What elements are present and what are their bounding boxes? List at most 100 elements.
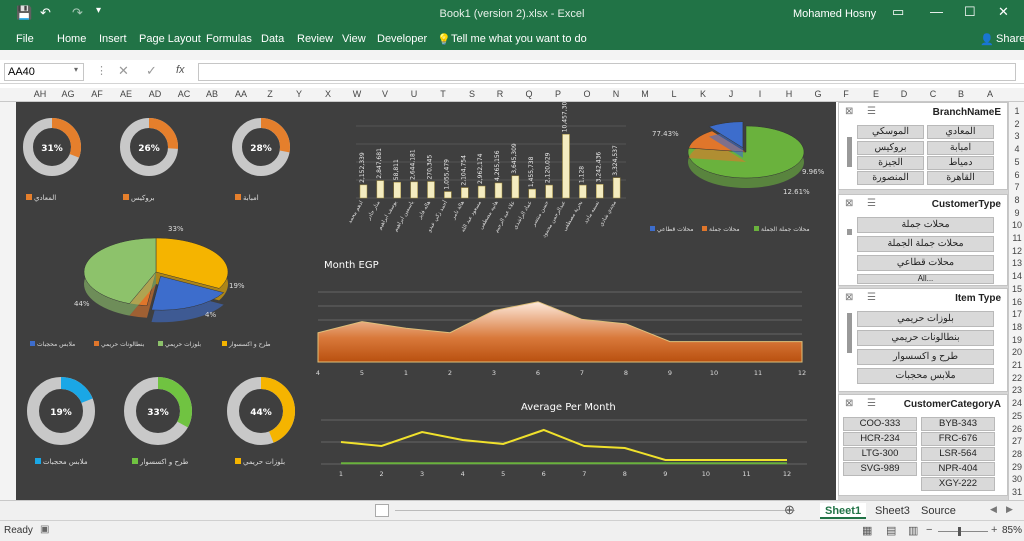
normal-view-icon[interactable]: ▦ [862, 524, 872, 537]
slicer-item[interactable]: الموسكي [857, 125, 924, 139]
page-break-view-icon[interactable]: ▥ [908, 524, 918, 537]
slicer-item[interactable]: المنصورة [857, 171, 924, 185]
row-header[interactable]: 3 [1009, 131, 1024, 141]
column-header[interactable]: S [459, 89, 485, 99]
column-header[interactable]: I [747, 89, 773, 99]
column-header[interactable]: AH [27, 89, 53, 99]
page-layout-view-icon[interactable]: ▤ [886, 524, 896, 537]
slicer-item[interactable]: XGY-222 [921, 477, 995, 491]
horizontal-scrollbar[interactable] [395, 510, 795, 511]
column-header[interactable]: AD [142, 89, 168, 99]
name-box[interactable]: AA40 [4, 63, 84, 81]
row-header[interactable]: 8 [1009, 195, 1024, 205]
multi-select-icon[interactable]: ☰ [867, 398, 876, 409]
column-header[interactable]: W [344, 89, 370, 99]
tab-insert[interactable]: Insert [99, 33, 127, 45]
slicer-item[interactable]: NPR-404 [921, 462, 995, 476]
share-button[interactable]: Share [996, 33, 1024, 45]
row-header[interactable]: 29 [1009, 462, 1024, 472]
slicer-scrollbar[interactable] [847, 229, 852, 235]
multi-select-icon[interactable]: ☰ [867, 198, 876, 209]
insert-function-icon[interactable]: fx [176, 64, 185, 76]
column-header[interactable]: Z [257, 89, 283, 99]
column-header[interactable]: N [603, 89, 629, 99]
column-header[interactable]: D [891, 89, 917, 99]
formula-input[interactable] [198, 63, 1016, 81]
row-header[interactable]: 14 [1009, 271, 1024, 281]
tab-review[interactable]: Review [297, 33, 333, 45]
column-header[interactable]: K [690, 89, 716, 99]
row-header[interactable]: 2 [1009, 119, 1024, 129]
zoom-out-icon[interactable]: − [926, 524, 932, 536]
row-header[interactable]: 21 [1009, 360, 1024, 370]
row-header[interactable]: 24 [1009, 398, 1024, 408]
row-header[interactable]: 5 [1009, 157, 1024, 167]
column-header[interactable]: L [661, 89, 687, 99]
slicer-item[interactable]: بلوزات حريمي [857, 311, 994, 327]
minimize-icon[interactable]: — [930, 4, 943, 19]
slicer-item[interactable]: HCR-234 [843, 432, 917, 446]
ribbon-options-icon[interactable]: ▭ [892, 4, 904, 20]
horizontal-scroll-thumb[interactable] [375, 504, 389, 517]
slicer-item[interactable]: القاهرة [927, 171, 994, 185]
zoom-slider-thumb[interactable] [958, 527, 961, 536]
name-box-dropdown-icon[interactable]: ▾ [74, 65, 78, 74]
column-header[interactable]: AB [199, 89, 225, 99]
row-header[interactable]: 26 [1009, 424, 1024, 434]
column-header[interactable]: AE [113, 89, 139, 99]
column-header[interactable]: B [948, 89, 974, 99]
tell-me-box[interactable]: Tell me what you want to do [451, 33, 587, 45]
column-header[interactable]: A [977, 89, 1003, 99]
column-header[interactable]: Y [286, 89, 312, 99]
tab-sheet1[interactable]: Sheet1 [820, 503, 867, 519]
column-header[interactable]: T [430, 89, 456, 99]
row-header[interactable]: 13 [1009, 258, 1024, 268]
slicer-item[interactable]: الجيزة [857, 156, 924, 170]
slicer-item[interactable]: محلات جملة [857, 217, 994, 233]
slicer-item[interactable]: LTG-300 [843, 447, 917, 461]
slicer-scrollbar[interactable] [847, 137, 852, 167]
row-header[interactable]: 25 [1009, 411, 1024, 421]
row-header[interactable]: 23 [1009, 385, 1024, 395]
column-header[interactable]: F [833, 89, 859, 99]
macro-record-icon[interactable]: ▣ [40, 524, 49, 535]
row-header[interactable]: 6 [1009, 170, 1024, 180]
slicer-item[interactable]: طرح و اكسسوار [857, 349, 994, 365]
column-header[interactable]: V [372, 89, 398, 99]
tab-scroll-right-icon[interactable]: ▶ [1006, 504, 1013, 515]
zoom-slider[interactable] [938, 531, 988, 532]
column-header[interactable]: P [545, 89, 571, 99]
tab-formulas[interactable]: Formulas [206, 33, 252, 45]
row-header[interactable]: 10 [1009, 220, 1024, 230]
tab-sheet3[interactable]: Sheet3 [870, 503, 915, 519]
slicer-item[interactable]: COO-333 [843, 417, 917, 431]
slicer-item[interactable]: SVG-989 [843, 462, 917, 476]
clear-filter-icon[interactable]: ⊠ [845, 292, 853, 303]
row-header[interactable]: 4 [1009, 144, 1024, 154]
tab-developer[interactable]: Developer [377, 33, 427, 45]
row-header[interactable]: 18 [1009, 322, 1024, 332]
slicer-scrollbar[interactable] [847, 313, 852, 353]
tab-data[interactable]: Data [261, 33, 284, 45]
column-header[interactable]: AF [84, 89, 110, 99]
column-header[interactable]: AC [171, 89, 197, 99]
column-header[interactable]: AA [228, 89, 254, 99]
add-sheet-icon[interactable]: ⊕ [784, 502, 795, 518]
slicer-item[interactable]: المعادي [927, 125, 994, 139]
zoom-in-icon[interactable]: + [991, 524, 997, 536]
slicer-item[interactable]: LSR-564 [921, 447, 995, 461]
slicer-item[interactable]: بنطالونات حريمي [857, 330, 994, 346]
column-header[interactable]: X [315, 89, 341, 99]
row-header[interactable]: 11 [1009, 233, 1024, 243]
row-header[interactable]: 12 [1009, 246, 1024, 256]
slicer-item[interactable]: ملابس محجبات [857, 368, 994, 384]
row-header[interactable]: 1 [1009, 106, 1024, 116]
row-header[interactable]: 30 [1009, 474, 1024, 484]
slicer-item[interactable]: بروكيس [857, 141, 924, 155]
clear-filter-icon[interactable]: ⊠ [845, 106, 853, 117]
row-header[interactable]: 27 [1009, 436, 1024, 446]
slicer-item[interactable]: محلات جملة الجملة [857, 236, 994, 252]
row-header[interactable]: 16 [1009, 297, 1024, 307]
row-header[interactable]: 20 [1009, 347, 1024, 357]
cancel-icon[interactable]: ✕ [118, 63, 129, 79]
